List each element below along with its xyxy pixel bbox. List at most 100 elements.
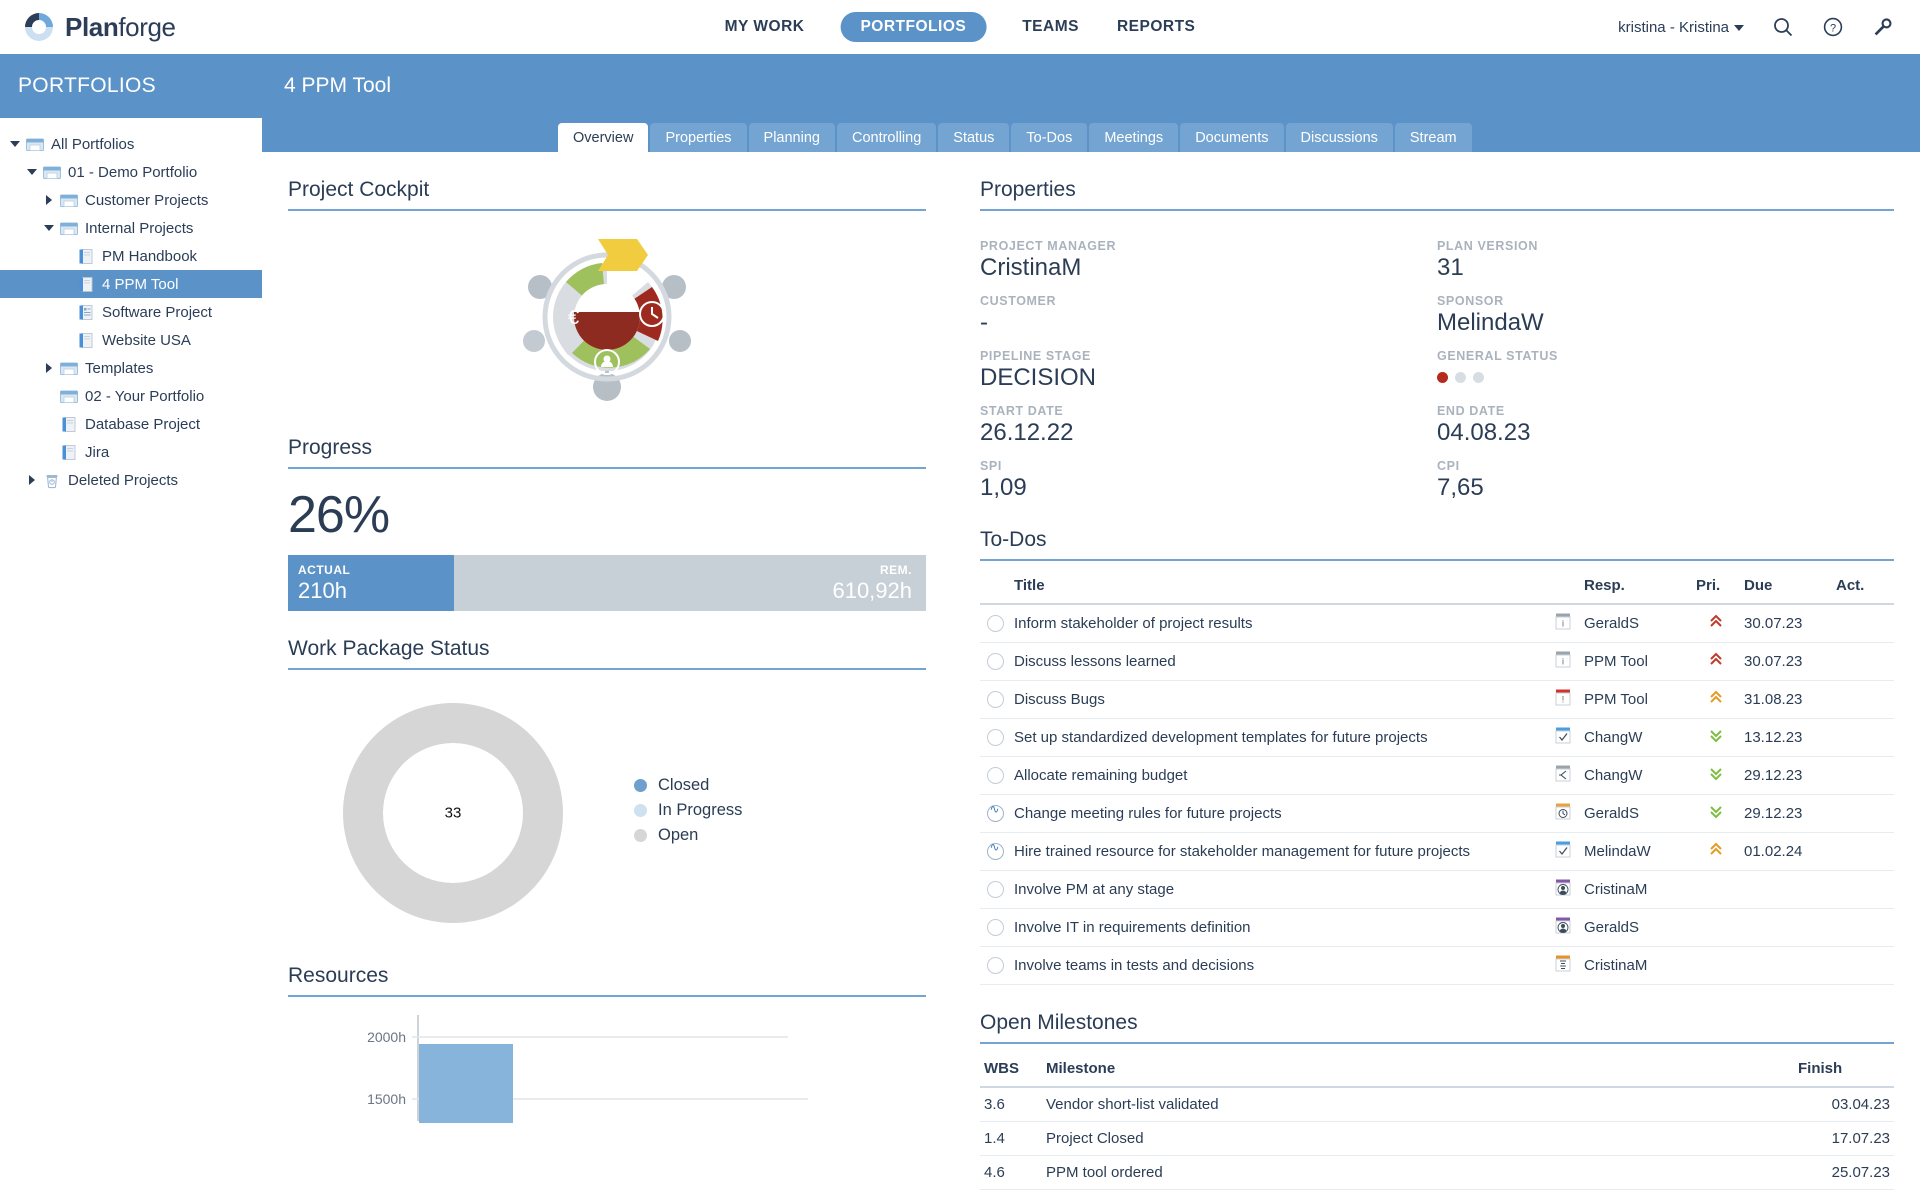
tab-to-dos[interactable]: To-Dos [1011,123,1087,152]
todo-row[interactable]: Discuss Bugs!PPM Tool31.08.23 [980,681,1894,719]
legend-item: In Progress [634,801,742,820]
nav-item-teams[interactable]: TEAMS [1020,12,1081,42]
tab-status[interactable]: Status [938,123,1009,152]
sidebar-item-jira[interactable]: Jira [0,438,262,466]
todo-type-icon: ! [1546,681,1580,719]
milestone-wbs-cell: 1.4 [980,1122,1042,1156]
overview-panes: Project Cockpit [262,152,1920,1200]
doc-icon [75,248,97,265]
tab-properties[interactable]: Properties [650,123,746,152]
tree-twisty[interactable] [6,141,24,147]
sidebar-item-label: 4 PPM Tool [97,276,178,293]
search-icon[interactable] [1772,16,1794,38]
milestones-col-milestone: Milestone [1042,1056,1794,1087]
todo-responsible-cell: GeraldS [1580,795,1692,833]
milestone-row[interactable]: 5.3Software installed31.08.23 [980,1190,1894,1200]
todo-state-toggle[interactable] [987,767,1004,784]
progress-remaining-value: 610,92h [454,578,912,604]
todo-state-toggle[interactable] [987,615,1004,632]
todo-state-toggle[interactable] [987,805,1004,822]
sidebar-item-all-portfolios[interactable]: All Portfolios [0,130,262,158]
properties-section: Properties PROJECT MANAGERCristinaMCUSTO… [980,152,1894,502]
nav-item-my-work[interactable]: MY WORK [723,12,807,42]
todo-type-icon [1546,947,1580,985]
folder-icon [58,389,80,404]
nav-item-reports[interactable]: REPORTS [1115,12,1197,42]
tab-planning[interactable]: Planning [749,123,835,152]
todo-state-toggle[interactable] [987,881,1004,898]
sidebar-item-website-usa[interactable]: Website USA [0,326,262,354]
tab-controlling[interactable]: Controlling [837,123,936,152]
sidebar-item-deleted-projects[interactable]: Deleted Projects [0,466,262,494]
todo-act-cell [1832,604,1894,643]
milestone-row[interactable]: 3.6Vendor short-list validated03.04.23 [980,1087,1894,1122]
sidebar-item-internal-projects[interactable]: Internal Projects [0,214,262,242]
chevron-right-icon [46,195,52,205]
todo-state-toggle[interactable] [987,957,1004,974]
milestone-row[interactable]: 1.4Project Closed17.07.23 [980,1122,1894,1156]
todo-row[interactable]: Change meeting rules for future projects… [980,795,1894,833]
todo-title-cell: Hire trained resource for stakeholder ma… [1010,833,1546,871]
tab-overview[interactable]: Overview [558,123,648,152]
project-cockpit-section: Project Cockpit [288,152,926,410]
tools-icon[interactable] [1872,16,1894,38]
todo-state-toggle[interactable] [987,691,1004,708]
todo-state-toggle[interactable] [987,843,1004,860]
property-value: 1,09 [980,474,1437,502]
cockpit-wheel-icon[interactable]: € [288,211,926,410]
progress-remaining-segment: REM. 610,92h [454,555,926,611]
tree-twisty[interactable] [23,169,41,175]
sidebar-item-pm-handbook[interactable]: PM Handbook [0,242,262,270]
tree-twisty[interactable] [40,363,58,373]
todo-row[interactable]: Inform stakeholder of project resultsiGe… [980,604,1894,643]
sidebar-item-database-project[interactable]: Database Project [0,410,262,438]
todo-state-toggle[interactable] [987,919,1004,936]
main-navigation: MY WORK PORTFOLIOS TEAMS REPORTS [723,12,1198,42]
todo-row[interactable]: Hire trained resource for stakeholder ma… [980,833,1894,871]
todo-type-icon [1546,871,1580,909]
property-key: PIPELINE STAGE [980,349,1437,363]
resources-bar-chart: 2000h 1500h [288,997,926,1117]
left-column: Project Cockpit [288,152,948,1200]
todo-row[interactable]: Involve teams in tests and decisionsCris… [980,947,1894,985]
svg-text:i: i [1562,619,1564,629]
tab-discussions[interactable]: Discussions [1286,123,1393,152]
todo-row[interactable]: Involve IT in requirements definitionGer… [980,909,1894,947]
user-menu[interactable]: kristina - Kristina [1618,19,1744,36]
sidebar-item-templates[interactable]: Templates [0,354,262,382]
property-value: 26.12.22 [980,419,1437,447]
todo-responsible-cell: GeraldS [1580,604,1692,643]
tab-stream[interactable]: Stream [1395,123,1472,152]
todo-state-toggle[interactable] [987,729,1004,746]
milestone-row[interactable]: 4.6PPM tool ordered25.07.23 [980,1156,1894,1190]
help-icon[interactable]: ? [1822,16,1844,38]
todo-row[interactable]: Discuss lessons learnediPPM Tool30.07.23 [980,643,1894,681]
todo-row[interactable]: Involve PM at any stageCristinaM [980,871,1894,909]
tree-twisty[interactable] [40,225,58,231]
todo-due-cell: 30.07.23 [1740,643,1832,681]
todo-title-cell: Allocate remaining budget [1010,757,1546,795]
brand-logo[interactable]: Planforge [0,10,176,44]
tab-documents[interactable]: Documents [1180,123,1283,152]
tree-twisty[interactable] [23,475,41,485]
work-package-status-title: Work Package Status [288,611,926,668]
sidebar-item-label: Deleted Projects [63,472,178,489]
milestones-header-row: WBS Milestone Finish [980,1056,1894,1087]
tree-twisty[interactable] [40,195,58,205]
sidebar-item-02-your-portfolio[interactable]: 02 - Your Portfolio [0,382,262,410]
open-milestones-section: Open Milestones WBS Milestone Finish 3.6… [980,985,1894,1200]
todo-priority-icon [1692,795,1740,833]
todo-row[interactable]: Allocate remaining budgetChangW29.12.23 [980,757,1894,795]
sidebar-item-01-demo-portfolio[interactable]: 01 - Demo Portfolio [0,158,262,186]
todo-state-toggle[interactable] [987,653,1004,670]
todo-state-cell [980,871,1010,909]
milestones-col-wbs: WBS [980,1056,1042,1087]
sidebar-item-4-ppm-tool[interactable]: 4 PPM Tool [0,270,262,298]
sidebar-item-customer-projects[interactable]: Customer Projects [0,186,262,214]
tab-meetings[interactable]: Meetings [1089,123,1178,152]
todo-row[interactable]: Set up standardized development template… [980,719,1894,757]
nav-item-portfolios[interactable]: PORTFOLIOS [840,12,986,42]
folder-icon [24,137,46,152]
sidebar-item-software-project[interactable]: Software Project [0,298,262,326]
progress-actual-label: ACTUAL [298,563,454,577]
